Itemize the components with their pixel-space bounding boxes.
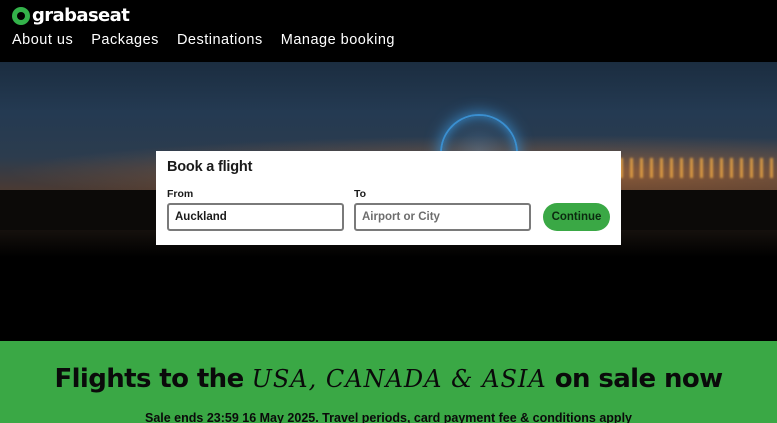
nav-manage-booking[interactable]: Manage booking	[281, 31, 395, 49]
grabaseat-logo[interactable]: grabaseat	[12, 5, 130, 26]
booking-title: Book a flight	[167, 159, 253, 175]
promo-subtext: Sale ends 23:59 16 May 2025. Travel peri…	[144, 411, 632, 423]
promo-headline-end: on sale now	[554, 364, 723, 394]
promo-headline: Flights to the USA, CANADA & ASIA on sale …	[0, 364, 777, 394]
nav-packages[interactable]: Packages	[91, 31, 159, 49]
pier-lights	[620, 158, 777, 178]
from-input[interactable]	[167, 203, 344, 231]
promo-banner[interactable]: Flights to the USA, CANADA & ASIA on sale …	[0, 341, 777, 423]
booking-panel: Book a flight From To Continue	[156, 151, 621, 245]
nav-destinations[interactable]: Destinations	[177, 31, 263, 49]
promo-headline-highlight: USA, CANADA & ASIA	[251, 365, 547, 393]
from-label: From	[167, 188, 194, 200]
grabaseat-logo-icon	[12, 7, 30, 25]
continue-button[interactable]: Continue	[543, 203, 610, 231]
promo-headline-start: Flights to the	[54, 364, 244, 394]
site-header: grabaseat About us Packages Destinations…	[0, 0, 777, 62]
to-input[interactable]	[354, 203, 531, 231]
nav-about-us[interactable]: About us	[12, 31, 73, 49]
brand-name: grabaseat	[32, 5, 130, 26]
to-label: To	[354, 188, 367, 200]
main-nav: About us Packages Destinations Manage bo…	[12, 31, 395, 49]
